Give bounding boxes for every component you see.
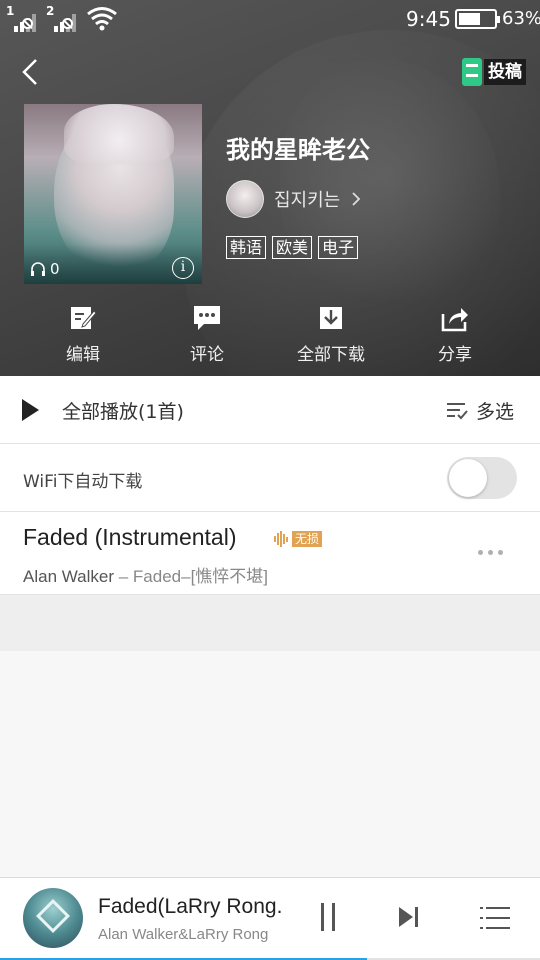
- song-album: – Faded–[憔悴不堪]: [114, 567, 269, 586]
- playlist-cover-image[interactable]: [24, 104, 202, 284]
- lossless-badge: 无损: [274, 530, 323, 548]
- more-options-icon[interactable]: [478, 550, 503, 555]
- back-arrow-icon[interactable]: [14, 54, 50, 90]
- song-row[interactable]: Faded (Instrumental) 无损 Alan Walker – Fa…: [0, 512, 540, 595]
- comment-button[interactable]: 评论: [145, 298, 269, 365]
- tag-korean[interactable]: 韩语: [226, 236, 267, 259]
- info-button[interactable]: i: [172, 257, 194, 279]
- creator-name: 집지키는: [274, 190, 341, 211]
- multi-select-label: 多选: [476, 401, 515, 423]
- share-icon: [441, 308, 468, 332]
- list-footer-spacer: [0, 595, 540, 651]
- now-playing-title: Faded(LaRry Rong.: [98, 895, 283, 918]
- song-title: Faded (Instrumental): [23, 524, 237, 550]
- status-bar: 1 2 9:45 63%: [0, 0, 540, 38]
- multi-select-icon: [447, 402, 468, 419]
- play-icon: [22, 399, 39, 421]
- playlist-icon[interactable]: [480, 905, 510, 931]
- info-icon: i: [180, 259, 186, 275]
- download-all-label: 全部下载: [297, 345, 365, 365]
- song-artist: Alan Walker: [23, 567, 115, 586]
- lossless-label: 无损: [292, 531, 323, 547]
- playlist-header: 1 2 9:45 63% 投稿 0 i 我的星眸老公 집지키는 韩语 欧美 电子…: [0, 0, 540, 376]
- contribute-button[interactable]: 投稿: [462, 58, 526, 86]
- now-playing-cover[interactable]: [23, 888, 83, 948]
- play-count-value: 0: [50, 260, 60, 278]
- headphones-icon: [31, 262, 45, 276]
- share-button[interactable]: 分享: [393, 298, 517, 365]
- creator-avatar: [226, 180, 264, 218]
- edit-button[interactable]: 编辑: [21, 298, 145, 365]
- playlist-title: 我的星眸老公: [226, 136, 370, 164]
- download-all-button[interactable]: 全部下载: [269, 298, 393, 365]
- comment-icon: [194, 306, 220, 330]
- wifi-auto-download-label: WiFi下自动下载: [23, 472, 143, 492]
- mini-player[interactable]: Faded(LaRry Rong. Alan Walker&LaRry Rong: [0, 877, 540, 960]
- toggle-knob: [449, 459, 487, 497]
- next-track-icon[interactable]: [397, 905, 421, 929]
- wifi-auto-download-toggle[interactable]: [447, 457, 517, 499]
- tag-western[interactable]: 欧美: [272, 236, 313, 259]
- edit-label: 编辑: [66, 345, 100, 365]
- battery-icon: [455, 9, 500, 29]
- action-bar: 编辑 评论 全部下载 分享: [0, 298, 540, 372]
- song-subtitle: Alan Walker – Faded–[憔悴不堪]: [23, 562, 268, 587]
- share-label: 分享: [438, 345, 472, 365]
- status-time: 9:45: [406, 7, 451, 31]
- sound-wave-icon: [274, 531, 292, 547]
- tag-electronic[interactable]: 电子: [318, 236, 359, 259]
- wifi-icon: [87, 7, 117, 31]
- chevron-right-icon: [352, 192, 361, 206]
- wifi-auto-download-row: WiFi下自动下载: [0, 444, 540, 512]
- play-all-row[interactable]: 全部播放(1首) 多选: [0, 376, 540, 444]
- multi-select-button[interactable]: 多选: [446, 397, 514, 424]
- play-all-label: 全部播放(1首): [62, 401, 184, 423]
- play-count: 0: [30, 260, 60, 278]
- download-icon: [320, 307, 342, 329]
- battery-percent: 63%: [502, 8, 540, 29]
- now-playing-artist: Alan Walker&LaRry Rong: [98, 926, 269, 943]
- tag-list: 韩语 欧美 电子: [226, 236, 359, 259]
- contribute-label: 投稿: [484, 59, 526, 85]
- pause-icon[interactable]: [318, 903, 340, 931]
- creator-link[interactable]: 집지키는: [226, 180, 362, 218]
- empty-content-area: [0, 651, 540, 877]
- contribute-icon: [462, 58, 482, 86]
- edit-icon: [71, 307, 97, 329]
- comment-label: 评论: [190, 345, 224, 365]
